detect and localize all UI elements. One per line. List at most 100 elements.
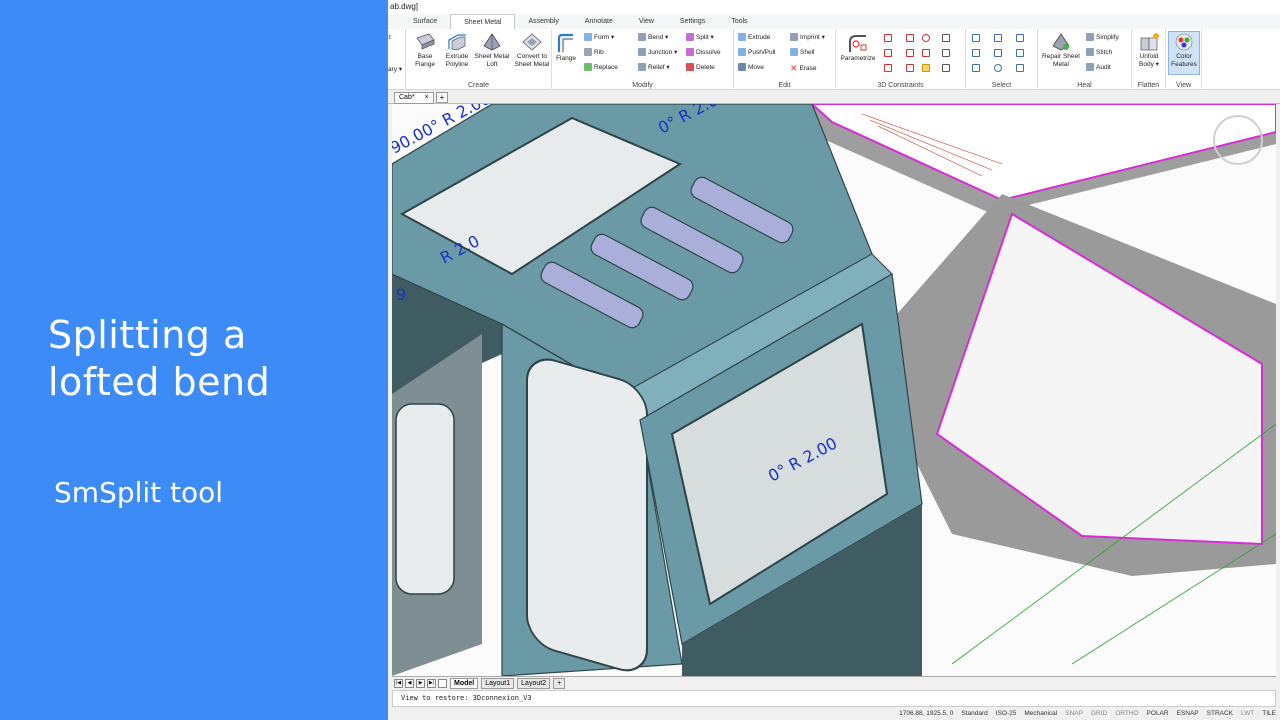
constraint-icon-11[interactable] (942, 64, 950, 72)
status-dimstyle[interactable]: ISO-25 (992, 710, 1021, 717)
status-polar[interactable]: POLAR (1143, 710, 1173, 717)
partial-label-1[interactable]: t (389, 34, 391, 41)
add-layout-button[interactable]: + (553, 677, 566, 689)
rib-icon (584, 48, 592, 56)
layout-tab-bar: |◀ ◀ ▶ ▶| Model Layout1 Layout2 + (392, 676, 1276, 689)
tab-settings[interactable]: Settings (667, 14, 718, 29)
sheet-metal-loft-button[interactable]: Sheet Metal Loft (474, 32, 510, 69)
partial-label-2[interactable]: ary ▾ (388, 65, 402, 73)
delete-icon (686, 63, 694, 71)
tab-annotate[interactable]: Annotate (572, 14, 626, 29)
constraint-icon-9[interactable] (942, 34, 950, 42)
shell-button[interactable]: Shell (790, 48, 814, 56)
select-icon-4[interactable] (994, 34, 1002, 42)
rib-button[interactable]: Rib (584, 48, 604, 56)
constraint-icon-10[interactable] (942, 49, 950, 57)
next-layout-icon[interactable]: ▶ (416, 678, 425, 688)
audit-button[interactable]: Audit (1086, 63, 1111, 71)
tab-surface[interactable]: Surface (400, 14, 450, 29)
doc-tab-label: Cab* (399, 94, 415, 101)
dissolve-button[interactable]: Dissolve (686, 48, 721, 56)
select-icon-6[interactable] (994, 64, 1002, 72)
status-style[interactable]: Standard (957, 710, 991, 717)
ribbon-tabs: Surface Sheet Metal Assembly Annotate Vi… (388, 14, 1280, 29)
status-profile[interactable]: Mechanical (1020, 710, 1061, 717)
select-icon-3[interactable] (972, 64, 980, 72)
repair-sheet-metal-button[interactable]: Repair Sheet Metal (1040, 32, 1082, 69)
group-label-3d-constraints: 3D Constraints (877, 82, 924, 89)
constraint-icon-4[interactable] (906, 34, 914, 42)
slide-subtitle: SmSplit tool (54, 476, 224, 509)
parametrize-button[interactable]: Parametrize (837, 32, 879, 63)
document-tabs: Cab* × + (388, 90, 1280, 104)
status-strack[interactable]: STRACK (1203, 710, 1237, 717)
select-icon-2[interactable] (972, 49, 980, 57)
push-pull-icon (738, 48, 746, 56)
replace-icon (584, 63, 592, 71)
select-icon-5[interactable] (994, 49, 1002, 57)
tab-layout1[interactable]: Layout1 (481, 677, 515, 689)
erase-button[interactable]: ✕ Erase (790, 63, 817, 74)
bend-button[interactable]: Bend ▾ (638, 33, 668, 41)
model-viewport[interactable]: 90.00° R 2.00 0° R 2.0 R 2.0 0° R 2.00 9 (392, 104, 1276, 676)
color-features-icon (1175, 33, 1193, 51)
constraint-icon-2[interactable] (884, 49, 892, 57)
tab-model[interactable]: Model (450, 677, 479, 689)
tab-sheet-metal[interactable]: Sheet Metal (450, 14, 516, 29)
select-icon-9[interactable] (1016, 64, 1024, 72)
tab-layout2[interactable]: Layout2 (517, 677, 551, 689)
tab-assembly[interactable]: Assembly (515, 14, 571, 29)
flange-button[interactable]: Flange (554, 32, 578, 63)
status-tile[interactable]: TILE (1258, 710, 1280, 717)
prev-layout-icon[interactable]: ◀ (405, 678, 414, 688)
replace-button[interactable]: Replace (584, 63, 618, 71)
extrude-polyline-button[interactable]: Extrude Polyline (442, 32, 472, 69)
constraint-icon-5[interactable] (906, 49, 914, 57)
constraint-icon-3[interactable] (884, 64, 892, 72)
constraint-icon-6[interactable] (906, 64, 914, 72)
constraint-icon-7[interactable] (922, 34, 930, 42)
last-layout-icon[interactable]: ▶| (427, 678, 436, 688)
status-ortho[interactable]: ORTHO (1111, 710, 1142, 717)
status-coords: 1706.88, 1925.5, 0 (899, 710, 954, 717)
split-button[interactable]: Split ▾ (686, 33, 714, 41)
group-partial: t ary ▾ (388, 29, 406, 90)
form-button[interactable]: Form ▾ (584, 33, 614, 41)
command-line[interactable]: View to restore: 3Dconnexion_V3 (392, 690, 1276, 707)
tab-tools[interactable]: Tools (718, 14, 760, 29)
select-icon-7[interactable] (1016, 34, 1024, 42)
layout-list-icon[interactable] (438, 678, 447, 688)
parametrize-icon (849, 35, 867, 52)
repair-icon (1052, 33, 1070, 51)
new-tab-button[interactable]: + (436, 92, 448, 103)
unfold-body-button[interactable]: Unfold Body ▾ (1134, 32, 1164, 69)
select-icon-8[interactable] (1016, 49, 1024, 57)
relief-button[interactable]: Relief ▾ (638, 63, 670, 71)
stitch-button[interactable]: Stitch (1086, 48, 1112, 56)
convert-sheet-metal-button[interactable]: Convert to Sheet Metal (512, 32, 552, 69)
extrude-button[interactable]: Extrude (738, 33, 770, 41)
junction-button[interactable]: Junction ▾ (638, 48, 677, 56)
push-pull-button[interactable]: Push/Pull (738, 48, 775, 56)
color-features-button[interactable]: Color Features (1168, 31, 1200, 75)
select-icon-1[interactable] (972, 34, 980, 42)
simplify-button[interactable]: Simplify (1086, 33, 1119, 41)
constraint-icon-1[interactable] (884, 34, 892, 42)
base-flange-button[interactable]: Base Flange (410, 32, 440, 69)
model-drawing: 90.00° R 2.00 0° R 2.0 R 2.0 0° R 2.00 9 (392, 104, 1276, 676)
tab-view[interactable]: View (626, 14, 667, 29)
status-grid[interactable]: GRID (1087, 710, 1111, 717)
first-layout-icon[interactable]: |◀ (394, 678, 403, 688)
status-lwt[interactable]: LWT (1237, 710, 1258, 717)
lock-icon[interactable] (922, 64, 930, 72)
move-icon (738, 63, 746, 71)
doc-tab-cab[interactable]: Cab* × (394, 92, 434, 104)
constraint-icon-8[interactable] (922, 49, 930, 57)
window-title: ab.dwg] (388, 0, 1280, 14)
delete-button[interactable]: Delete (686, 63, 715, 71)
imprint-button[interactable]: Imprint ▾ (790, 33, 825, 41)
close-icon[interactable]: × (425, 93, 429, 103)
status-snap[interactable]: SNAP (1061, 710, 1087, 717)
move-button[interactable]: Move (738, 63, 764, 71)
status-esnap[interactable]: ESNAP (1173, 710, 1203, 717)
